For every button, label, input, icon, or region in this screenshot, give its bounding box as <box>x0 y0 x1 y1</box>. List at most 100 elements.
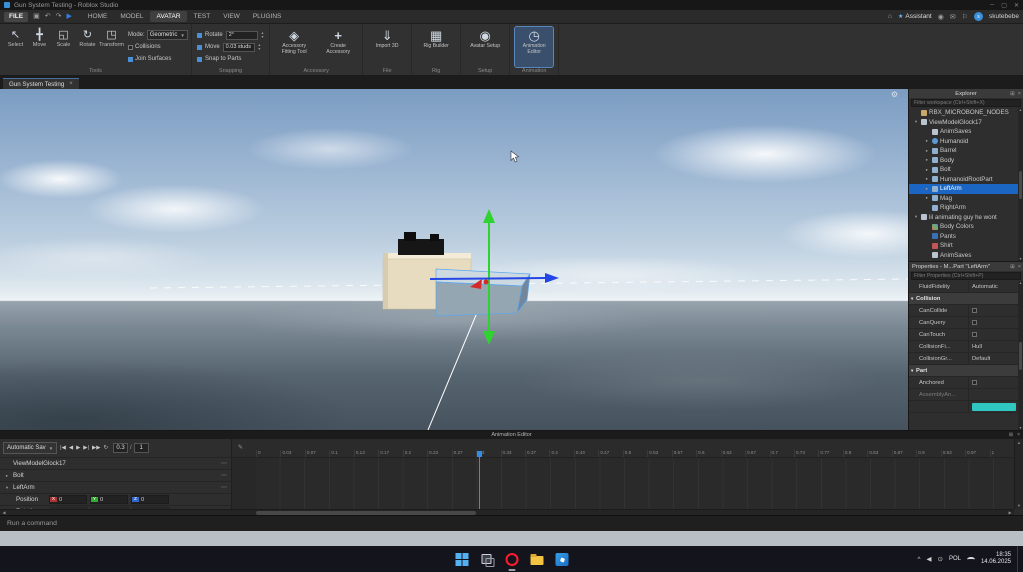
property-row[interactable]: FluidFidelity Automatic <box>909 281 1023 293</box>
language-indicator[interactable]: POL <box>949 556 961 562</box>
menu-tab[interactable]: HOME <box>82 11 114 22</box>
save-icon[interactable]: ▣ <box>33 13 40 20</box>
tool-button[interactable]: Transform <box>99 27 124 48</box>
explorer-tree-item[interactable]: Mag <box>909 194 1023 204</box>
scroll-up-icon[interactable]: ▲ <box>1019 108 1022 112</box>
explorer-tree-item[interactable]: lil animating guy he wont <box>909 213 1023 223</box>
close-icon[interactable]: × <box>1018 264 1021 270</box>
rotate-snap-input[interactable]: 2° <box>225 30 258 40</box>
tool-button[interactable]: Move <box>29 27 50 48</box>
tool-button[interactable]: Select <box>5 27 26 48</box>
explorer-tree-item[interactable]: RBX_MICROBONE_NODES <box>909 108 1023 118</box>
volume-icon[interactable]: ◀ <box>927 555 932 563</box>
menu-tab[interactable]: AVATAR <box>150 11 187 22</box>
track-row-position[interactable]: Position X 0 Y 0 Z 0 <box>0 494 231 506</box>
roblox-studio-button[interactable] <box>554 552 569 567</box>
explorer-tree-item[interactable]: RightArm <box>909 203 1023 213</box>
notifications-icon[interactable]: ⚐ <box>962 13 968 21</box>
explorer-tree-item[interactable]: Body Colors <box>909 222 1023 232</box>
play-button[interactable]: ▶ <box>76 445 80 451</box>
explorer-tree-item[interactable]: Pants <box>909 232 1023 242</box>
play-icon[interactable]: ▶ <box>66 13 71 20</box>
track-menu-icon[interactable]: ⋯ <box>221 484 227 491</box>
properties-filter-input[interactable]: Filter Properties (Ctrl+Shift+P) <box>911 272 1021 280</box>
rotate-snap-checkbox[interactable] <box>197 32 202 38</box>
explorer-tree-item[interactable]: AnimSaves <box>909 251 1023 261</box>
skip-to-start-button[interactable]: |◀ <box>60 445 66 451</box>
menu-tab[interactable]: VIEW <box>217 11 246 22</box>
document-tab[interactable]: Gun System Testing × <box>3 78 79 89</box>
animation-editor-button[interactable]: Animation Editor <box>514 26 555 68</box>
property-row[interactable] <box>909 401 1023 413</box>
close-icon[interactable]: × <box>1018 91 1021 97</box>
minimize-button[interactable]: ─ <box>990 2 994 9</box>
track-menu-icon[interactable]: ⋯ <box>221 460 227 467</box>
command-bar-input[interactable]: Run a command <box>0 515 1023 531</box>
scroll-down-icon[interactable]: ▼ <box>1017 503 1021 508</box>
chat-icon[interactable]: ✉ <box>950 13 956 21</box>
property-row[interactable]: CanTouch <box>909 329 1023 341</box>
property-row[interactable]: Part <box>909 365 1023 377</box>
track-row-rig[interactable]: ViewModelGlock17 ⋯ <box>0 458 231 470</box>
timeline-ruler[interactable]: 00.030.070.10.130.170.20.230.270.30.330.… <box>232 439 1014 458</box>
rotate-snap-stepper[interactable]: ▲ ▼ <box>261 31 264 39</box>
next-keyframe-button[interactable]: ▶| <box>83 445 89 451</box>
time-total-input[interactable]: 1 <box>133 443 149 453</box>
opera-browser-button[interactable] <box>504 552 519 571</box>
menu-tab[interactable]: TEST <box>188 11 217 22</box>
property-row[interactable]: AssemblyAn... <box>909 389 1023 401</box>
time-current-input[interactable]: 0.3 <box>113 443 129 453</box>
property-row[interactable]: Anchored <box>909 377 1023 389</box>
position-x-input[interactable]: X 0 <box>49 495 88 504</box>
snap-to-parts-checkbox[interactable] <box>197 56 202 62</box>
explorer-tree-item[interactable]: Bolt <box>909 165 1023 175</box>
explorer-tree-item[interactable]: Barrel <box>909 146 1023 156</box>
clock[interactable]: 18:35 14.06.2025 <box>981 552 1011 567</box>
collaborate-icon[interactable]: ◉ <box>938 13 944 21</box>
expand-arrow-icon[interactable] <box>924 186 930 192</box>
gun-model[interactable] <box>382 232 531 317</box>
file-explorer-button[interactable] <box>529 552 544 567</box>
explorer-tree-item[interactable]: Shirt <box>909 241 1023 251</box>
explorer-filter-input[interactable]: Filter workspace (Ctrl+Shift+X) <box>911 99 1021 107</box>
color-swatch[interactable] <box>972 402 1016 411</box>
property-row[interactable]: Collision <box>909 293 1023 305</box>
save-dropdown[interactable]: Automatic Sav ▼ <box>3 442 58 454</box>
timeline[interactable]: ✎ 00.030.070.10.130.170.20.230.270.30.33… <box>232 439 1014 509</box>
properties-scrollbar[interactable]: ▲ ▼ <box>1018 281 1023 430</box>
edit-pencil-icon[interactable]: ✎ <box>238 444 243 451</box>
property-checkbox[interactable] <box>972 380 977 385</box>
explorer-scrollbar[interactable]: ▲ ▼ <box>1018 108 1023 261</box>
position-y-input[interactable]: Y 0 <box>90 495 129 504</box>
move-snap-checkbox[interactable] <box>197 44 202 50</box>
redo-icon[interactable]: ↷ <box>56 13 62 20</box>
wifi-icon[interactable] <box>966 556 975 562</box>
home-icon[interactable]: ⌂ <box>888 13 892 20</box>
assistant-button[interactable]: ★ Assistant <box>898 13 932 20</box>
explorer-tree-item[interactable]: HumanoidRootPart <box>909 175 1023 185</box>
tool-button[interactable]: Rotate <box>77 27 98 48</box>
undo-icon[interactable]: ↶ <box>45 13 51 20</box>
file-menu-button[interactable]: FILE <box>4 11 29 22</box>
timeline-vertical-scrollbar[interactable]: ▲ ▼ <box>1014 439 1023 509</box>
explorer-tree-item[interactable]: ViewModelGlock17 <box>909 118 1023 128</box>
track-row-bolt[interactable]: Bolt ⋯ <box>0 470 231 482</box>
popout-icon[interactable]: ⊞ <box>1010 91 1015 97</box>
expand-arrow-icon[interactable] <box>924 195 930 201</box>
3d-viewport[interactable]: ⚙ <box>0 89 908 430</box>
tab-close-icon[interactable]: × <box>69 81 73 87</box>
expand-arrow-icon[interactable] <box>4 473 10 479</box>
close-button[interactable]: ✕ <box>1014 2 1019 9</box>
popout-icon[interactable]: ⊞ <box>1010 264 1015 270</box>
scrollbar-thumb[interactable] <box>1019 341 1022 370</box>
user-avatar[interactable]: s <box>974 12 983 21</box>
join-surfaces-checkbox[interactable] <box>128 56 133 62</box>
avatar-setup-button[interactable]: Avatar Setup <box>466 27 504 67</box>
scroll-down-icon[interactable]: ▼ <box>1019 257 1022 261</box>
expand-arrow-icon[interactable] <box>924 148 930 154</box>
scrollbar-thumb[interactable] <box>1019 170 1022 199</box>
close-icon[interactable]: × <box>1017 432 1020 438</box>
menu-tab[interactable]: PLUGINS <box>247 11 288 22</box>
expand-arrow-icon[interactable] <box>924 176 930 182</box>
expand-arrow-icon[interactable] <box>913 119 919 125</box>
